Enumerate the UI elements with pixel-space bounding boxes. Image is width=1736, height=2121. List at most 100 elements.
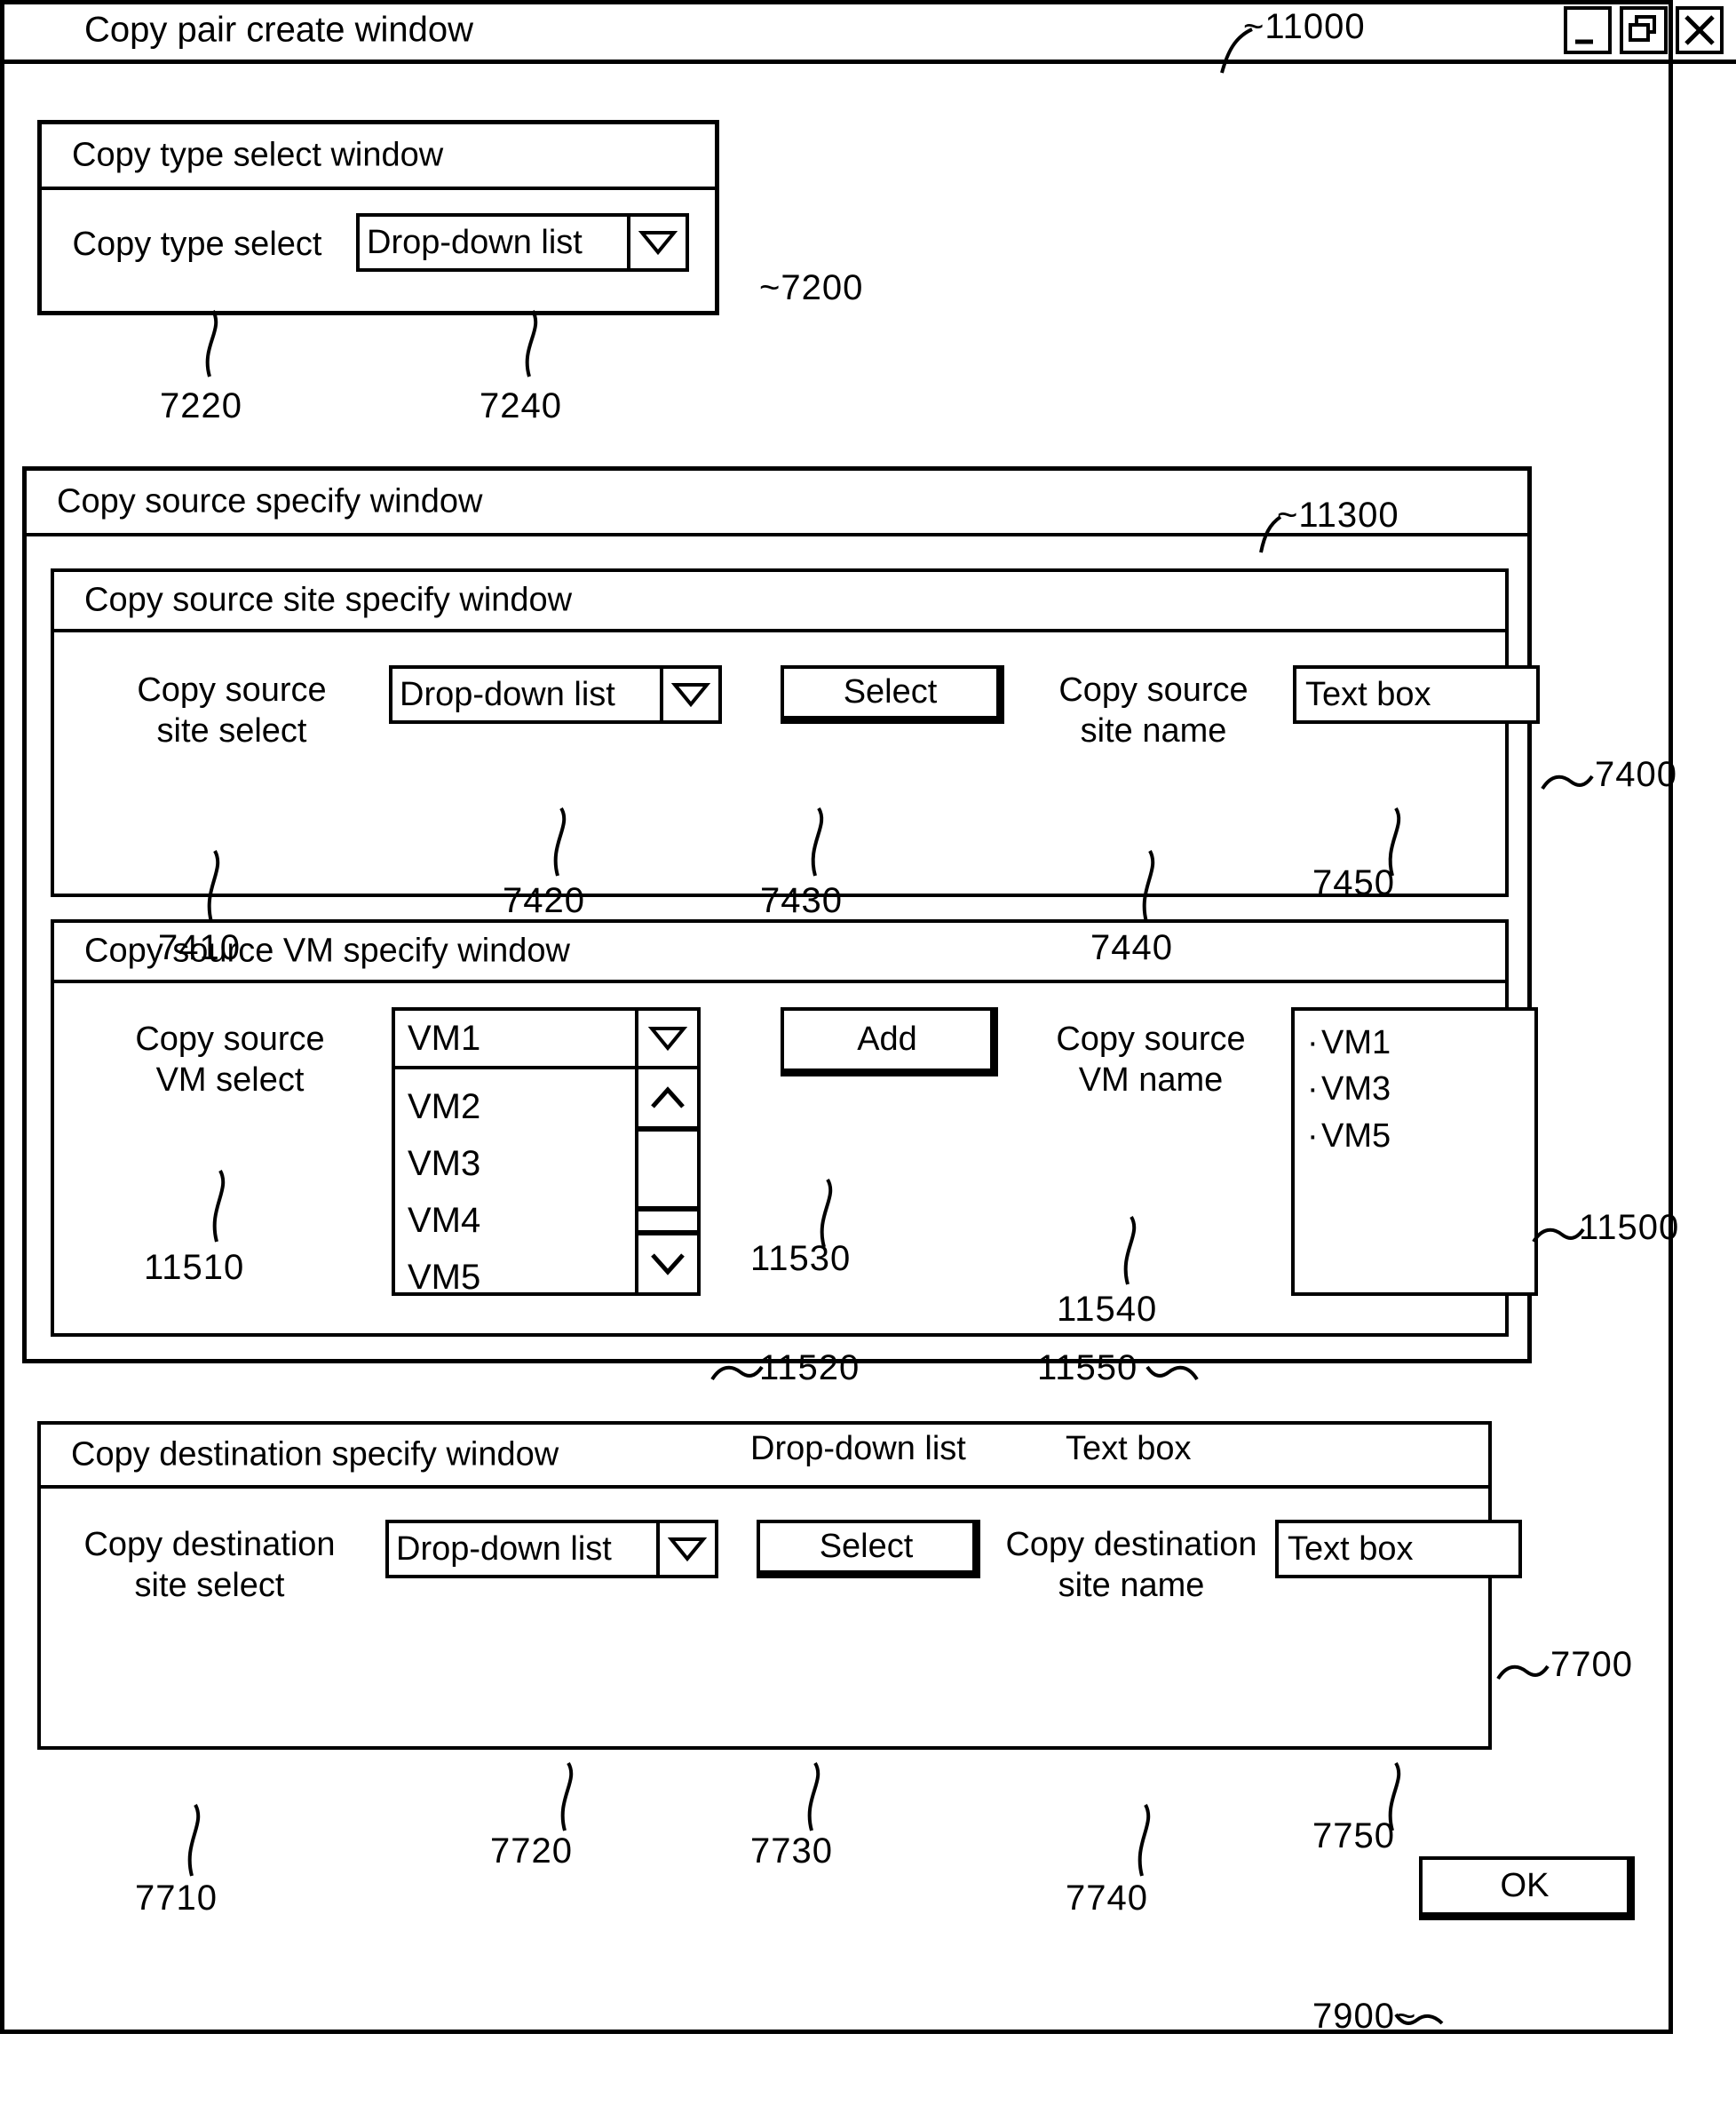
copy-destination-site-name-textbox[interactable]: Text box — [1275, 1520, 1522, 1578]
ref-7450: 7450 — [1312, 863, 1395, 902]
copy-source-vm-dropdown-selected[interactable]: VM1 — [395, 1011, 635, 1069]
ref-7220: 7220 — [160, 386, 242, 425]
ref-7420: 7420 — [503, 881, 585, 920]
copy-source-site-name-textbox[interactable]: Text box — [1293, 665, 1540, 724]
window-controls — [1564, 5, 1724, 54]
copy-source-vm-name-label-line1: Copy source — [1056, 1021, 1246, 1058]
tilde-mark-7900: ~ — [1394, 1997, 1417, 2036]
copy-source-specify-window-title: Copy source specify window — [57, 482, 483, 520]
ref-7740: 7740 — [1066, 1879, 1148, 1918]
ref-7750: 7750 — [1312, 1816, 1395, 1855]
copy-source-site-select-dropdown-value: Drop-down list — [392, 669, 663, 720]
leader-line-7240 — [525, 310, 538, 377]
copy-type-select-window: Copy type select window Copy type select… — [37, 120, 719, 315]
copy-destination-site-select-label: Copy destination site select — [50, 1524, 369, 1607]
window-title: Copy pair create window — [84, 10, 473, 49]
copy-type-select-label: Copy type select — [72, 226, 322, 263]
copy-source-site-select-label-line1: Copy source — [137, 671, 327, 709]
bullet-icon: · — [1307, 1070, 1319, 1108]
copy-source-vm-select-label-line1: Copy source — [135, 1021, 325, 1058]
copy-destination-site-select-label-line2: site select — [134, 1567, 285, 1605]
copy-destination-specify-window-title: Copy destination specify window — [71, 1435, 559, 1474]
copy-source-vm-dropdown-options: VM2 VM3 VM4 VM5 — [395, 1069, 635, 1306]
copy-type-select-dropdown-value: Drop-down list — [360, 217, 630, 268]
ref-7400: 7400 — [1595, 755, 1677, 794]
ref-11510: 11510 — [144, 1248, 245, 1287]
ref-11500: 11500 — [1579, 1208, 1680, 1247]
ref-7440: 7440 — [1090, 928, 1173, 967]
ref-7710: 7710 — [135, 1879, 218, 1918]
copy-source-site-select-label-line2: site select — [156, 712, 307, 751]
copy-pair-create-window: Copy pair create window Copy type select… — [0, 0, 1736, 2034]
copy-source-site-specify-window-header: Copy source site specify window — [54, 572, 1505, 632]
tilde-mark-7200: ~ — [759, 268, 781, 307]
copy-source-vm-dropdown-scrollbar[interactable] — [638, 1011, 697, 1292]
restore-icon[interactable] — [1620, 5, 1668, 54]
copy-source-vm-name-label-line2: VM name — [1078, 1061, 1224, 1100]
copy-type-select-dropdown[interactable]: Drop-down list — [356, 213, 689, 272]
dropdown-option[interactable]: VM4 — [395, 1192, 635, 1249]
close-icon[interactable] — [1676, 5, 1724, 54]
ref-11530: 11530 — [750, 1239, 852, 1278]
copy-destination-specify-window: Copy destination specify window Copy des… — [37, 1421, 1522, 1750]
leader-line-7220 — [205, 310, 218, 377]
copy-source-site-specify-window-title: Copy source site specify window — [84, 581, 573, 619]
ref-11550: 11550 — [1037, 1348, 1138, 1387]
list-item: ·VM3 — [1307, 1066, 1391, 1112]
copy-type-select-window-header: Copy type select window — [42, 124, 715, 190]
copy-destination-site-select-button[interactable]: Select — [757, 1520, 980, 1578]
scroll-up-arrow-icon[interactable] — [638, 1069, 697, 1126]
copy-source-site-select-dropdown[interactable]: Drop-down list — [389, 665, 722, 724]
copy-source-site-select-label: Copy source site select — [99, 670, 365, 752]
copy-source-site-name-label-line1: Copy source — [1058, 671, 1248, 709]
copy-destination-site-name-label: Copy destination site name — [980, 1524, 1282, 1607]
copy-source-vm-select-label: Copy source VM select — [97, 1019, 363, 1101]
copy-destination-site-name-label-line2: site name — [1058, 1567, 1205, 1605]
bullet-icon: · — [1307, 1116, 1319, 1155]
copy-source-vm-name-textbox[interactable]: ·VM1 ·VM3 ·VM5 — [1291, 1007, 1538, 1296]
copy-source-vm-dropdown-list-area: VM1 VM2 VM3 VM4 VM5 — [395, 1011, 638, 1297]
ref-7700: 7700 — [1550, 1645, 1633, 1684]
bullet-icon: · — [1307, 1024, 1319, 1061]
copy-source-site-name-label-line2: site name — [1080, 712, 1227, 751]
list-item: ·VM5 — [1307, 1113, 1391, 1159]
copy-source-site-specify-window: Copy source site specify window Copy sou… — [51, 568, 1540, 897]
copy-source-site-name-label: Copy source site name — [1020, 670, 1287, 752]
ref-7430: 7430 — [760, 881, 843, 920]
chevron-down-icon — [630, 217, 686, 268]
ref-7240: 7240 — [480, 386, 562, 425]
dropdown-option[interactable]: VM2 — [395, 1078, 635, 1135]
ref-11540: 11540 — [1057, 1290, 1158, 1329]
copy-source-vm-add-button[interactable]: Add — [781, 1007, 998, 1076]
copy-destination-site-select-dropdown[interactable]: Drop-down list — [385, 1520, 718, 1578]
chevron-down-icon — [663, 669, 718, 720]
ref-7410: 7410 — [158, 928, 241, 967]
copy-source-vm-name-box-caption: Text box — [1066, 1430, 1192, 1467]
scrollbar-thumb[interactable] — [638, 1126, 697, 1211]
ref-7200: ~7200 — [759, 268, 864, 307]
ref-7730: 7730 — [750, 1831, 833, 1871]
dropdown-option[interactable]: VM5 — [395, 1249, 635, 1306]
scroll-down-arrow-icon[interactable] — [638, 1230, 697, 1292]
copy-source-vm-name-list: ·VM1 ·VM3 ·VM5 — [1307, 1020, 1391, 1159]
chevron-down-icon — [660, 1523, 715, 1575]
ref-7900: 7900~ — [1312, 1997, 1417, 2036]
tilde-mark-11300: ~ — [1277, 496, 1299, 535]
copy-destination-site-select-dropdown-value: Drop-down list — [389, 1523, 660, 1575]
window-title-bar: Copy pair create window — [0, 0, 1736, 64]
ref-7720: 7720 — [490, 1831, 573, 1871]
scrollbar-track[interactable] — [638, 1211, 697, 1230]
chevron-down-icon[interactable] — [638, 1011, 697, 1069]
copy-destination-site-name-label-line1: Copy destination — [1005, 1526, 1257, 1563]
copy-source-vm-select-label-line2: VM select — [155, 1061, 305, 1100]
copy-source-site-select-button[interactable]: Select — [781, 665, 1004, 724]
ref-11300: ~11300 — [1277, 496, 1399, 535]
copy-source-vm-dropdown-caption: Drop-down list — [750, 1430, 966, 1467]
copy-destination-site-select-label-line1: Copy destination — [83, 1526, 336, 1563]
list-item: ·VM1 — [1307, 1020, 1391, 1066]
copy-type-select-window-title: Copy type select window — [72, 136, 444, 174]
copy-source-vm-select-dropdown[interactable]: VM1 VM2 VM3 VM4 VM5 — [392, 1007, 701, 1297]
dropdown-option[interactable]: VM3 — [395, 1135, 635, 1192]
ok-button[interactable]: OK — [1419, 1856, 1635, 1920]
minimize-icon[interactable] — [1564, 5, 1612, 54]
